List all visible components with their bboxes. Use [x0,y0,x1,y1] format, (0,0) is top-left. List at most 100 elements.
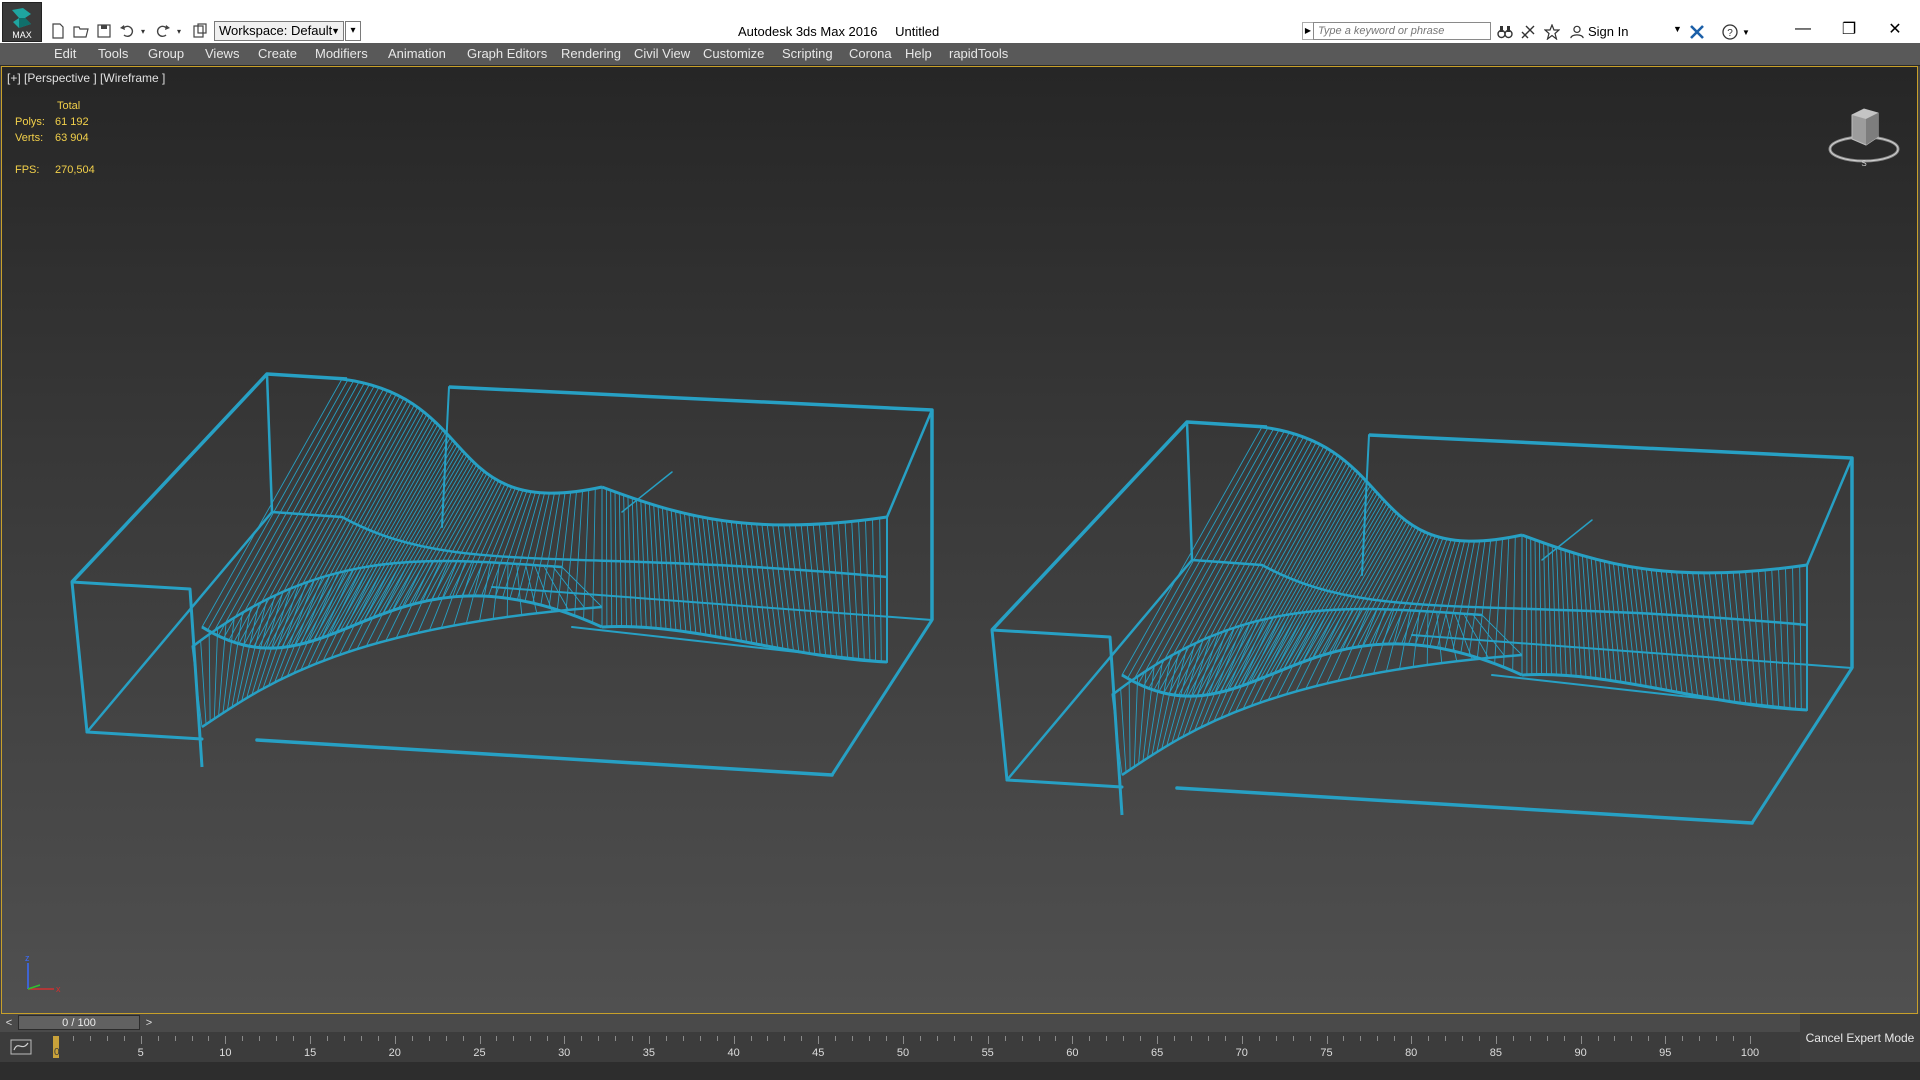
restore-button[interactable]: ❐ [1826,14,1872,44]
track-bar[interactable]: 5 10 15 20 25 30 35 40 45 50 55 60 65 70 75 80 85 90 95 100… [0,1032,1800,1062]
track-tick [343,1036,345,1041]
viewport-label-menu[interactable]: [+] [Perspective ] [Wireframe ] [7,71,165,85]
autodesk-exchange-button[interactable] [1687,22,1707,42]
sign-in-dropdown[interactable]: ▼ [1673,24,1682,34]
workspace-select[interactable]: Workspace: Default ▼ [214,21,344,41]
application-menu-button[interactable]: MAX [2,2,42,42]
track-tick-label: 80 [1405,1047,1418,1059]
time-slider-prev-button[interactable]: < [2,1015,16,1031]
menu-corona[interactable]: Corona [849,46,892,61]
open-file-button[interactable] [71,21,91,41]
viewcube-icon[interactable]: S [1824,99,1904,169]
wire-hatch [565,491,577,613]
save-button[interactable] [94,21,114,41]
wire-hatch [1412,610,1420,668]
track-tick [1512,1036,1514,1041]
menu-group[interactable]: Group [148,46,184,61]
track-tick [1157,1036,1159,1044]
time-slider-thumb[interactable]: 0 / 100 [18,1015,140,1030]
track-tick [191,1036,193,1041]
redo-button[interactable] [153,21,173,41]
new-file-button[interactable] [48,21,68,41]
wire-hatch [1560,548,1567,676]
undo-dropdown[interactable]: ▾ [137,21,149,41]
track-tick [1360,1036,1362,1041]
track-tick [547,1036,549,1041]
time-slider[interactable]: < 0 / 100 > [0,1014,1800,1032]
track-tick-label: 10 [219,1047,232,1059]
menu-help[interactable]: Help [905,46,932,61]
track-tick [631,1036,633,1041]
track-tick [1546,1036,1548,1041]
help-icon: ? [1722,24,1738,40]
customize-quick-access-button[interactable]: ▾ [345,21,361,41]
project-folder-button[interactable] [190,21,210,41]
menu-views[interactable]: Views [205,46,239,61]
track-tick-label: 45 [812,1047,825,1059]
track-tick [89,1036,91,1041]
redo-dropdown[interactable]: ▾ [173,21,185,41]
menu-rapidtools[interactable]: rapidTools [949,46,1008,61]
track-tick [106,1036,108,1041]
max-logo-icon [12,8,31,28]
menu-civil-view[interactable]: Civil View [634,46,690,61]
favorites-button[interactable] [1542,22,1562,42]
sign-in-button[interactable]: Sign In [1570,24,1628,39]
menu-tools[interactable]: Tools [98,46,128,61]
wire-hatch [1590,557,1602,680]
menu-graph-editors[interactable]: Graph Editors [467,46,547,61]
workspace-label: Workspace: Default [219,23,333,38]
track-tick [1190,1036,1192,1041]
close-button[interactable]: ✕ [1872,14,1918,44]
track-ruler[interactable]: 5 10 15 20 25 30 35 40 45 50 55 60 65 70 75 80 85 90 95 100 [56,1032,1759,1062]
block-edge [1005,778,1124,789]
search-input[interactable] [1313,22,1491,40]
undo-button[interactable] [117,21,137,41]
track-tick [1580,1036,1582,1044]
wire-hatch [818,523,832,658]
curve-editor-icon[interactable] [10,1038,32,1056]
help-dropdown[interactable]: ▼ [1740,22,1752,42]
wire-hatch [610,489,613,628]
wire-hatch [430,478,497,601]
wire-hatch [1751,570,1763,707]
track-tick [1411,1036,1413,1044]
cancel-expert-mode-button[interactable]: Cancel Expert Mode [1800,1014,1920,1062]
block-edge [990,628,1009,782]
track-tick [1733,1036,1735,1041]
menu-create[interactable]: Create [258,46,297,61]
app-name: Autodesk 3ds Max 2016 [738,24,878,39]
communication-center-button[interactable] [1518,22,1538,42]
menu-rendering[interactable]: Rendering [561,46,621,61]
wire-hatch [492,562,500,620]
perspective-viewport[interactable]: [+] [Perspective ] [Wireframe ] Total Po… [1,66,1918,1014]
menu-customize[interactable]: Customize [703,46,764,61]
time-slider-next-button[interactable]: > [142,1015,156,1031]
wire-hatch [657,505,667,630]
track-tick [1631,1036,1633,1041]
svg-text:?: ? [1727,28,1733,39]
menu-modifiers[interactable]: Modifiers [315,46,368,61]
wire-hatch [1137,429,1280,685]
search-button[interactable] [1495,22,1515,42]
wire-hatch [666,508,677,631]
chevron-down-icon: ▼ [331,26,340,36]
track-tick [530,1036,532,1041]
wire-hatch [1581,555,1592,679]
track-tick [1292,1036,1294,1041]
wire-hatch [675,510,687,633]
help-button[interactable]: ? [1720,22,1740,42]
track-tick [1089,1036,1091,1041]
wire-hatch [1142,665,1155,762]
track-tick [1106,1036,1108,1041]
menu-animation[interactable]: Animation [388,46,446,61]
minimize-button[interactable]: — [1780,14,1826,44]
sign-in-label: Sign In [1588,24,1629,39]
wire-hatch [233,385,375,643]
menu-edit[interactable]: Edit [54,46,76,61]
track-tick-label: 85 [1489,1047,1503,1059]
track-tick [225,1036,227,1044]
wire-hatch [236,603,260,705]
track-tick-label: 90 [1574,1047,1587,1059]
menu-scripting[interactable]: Scripting [782,46,833,61]
